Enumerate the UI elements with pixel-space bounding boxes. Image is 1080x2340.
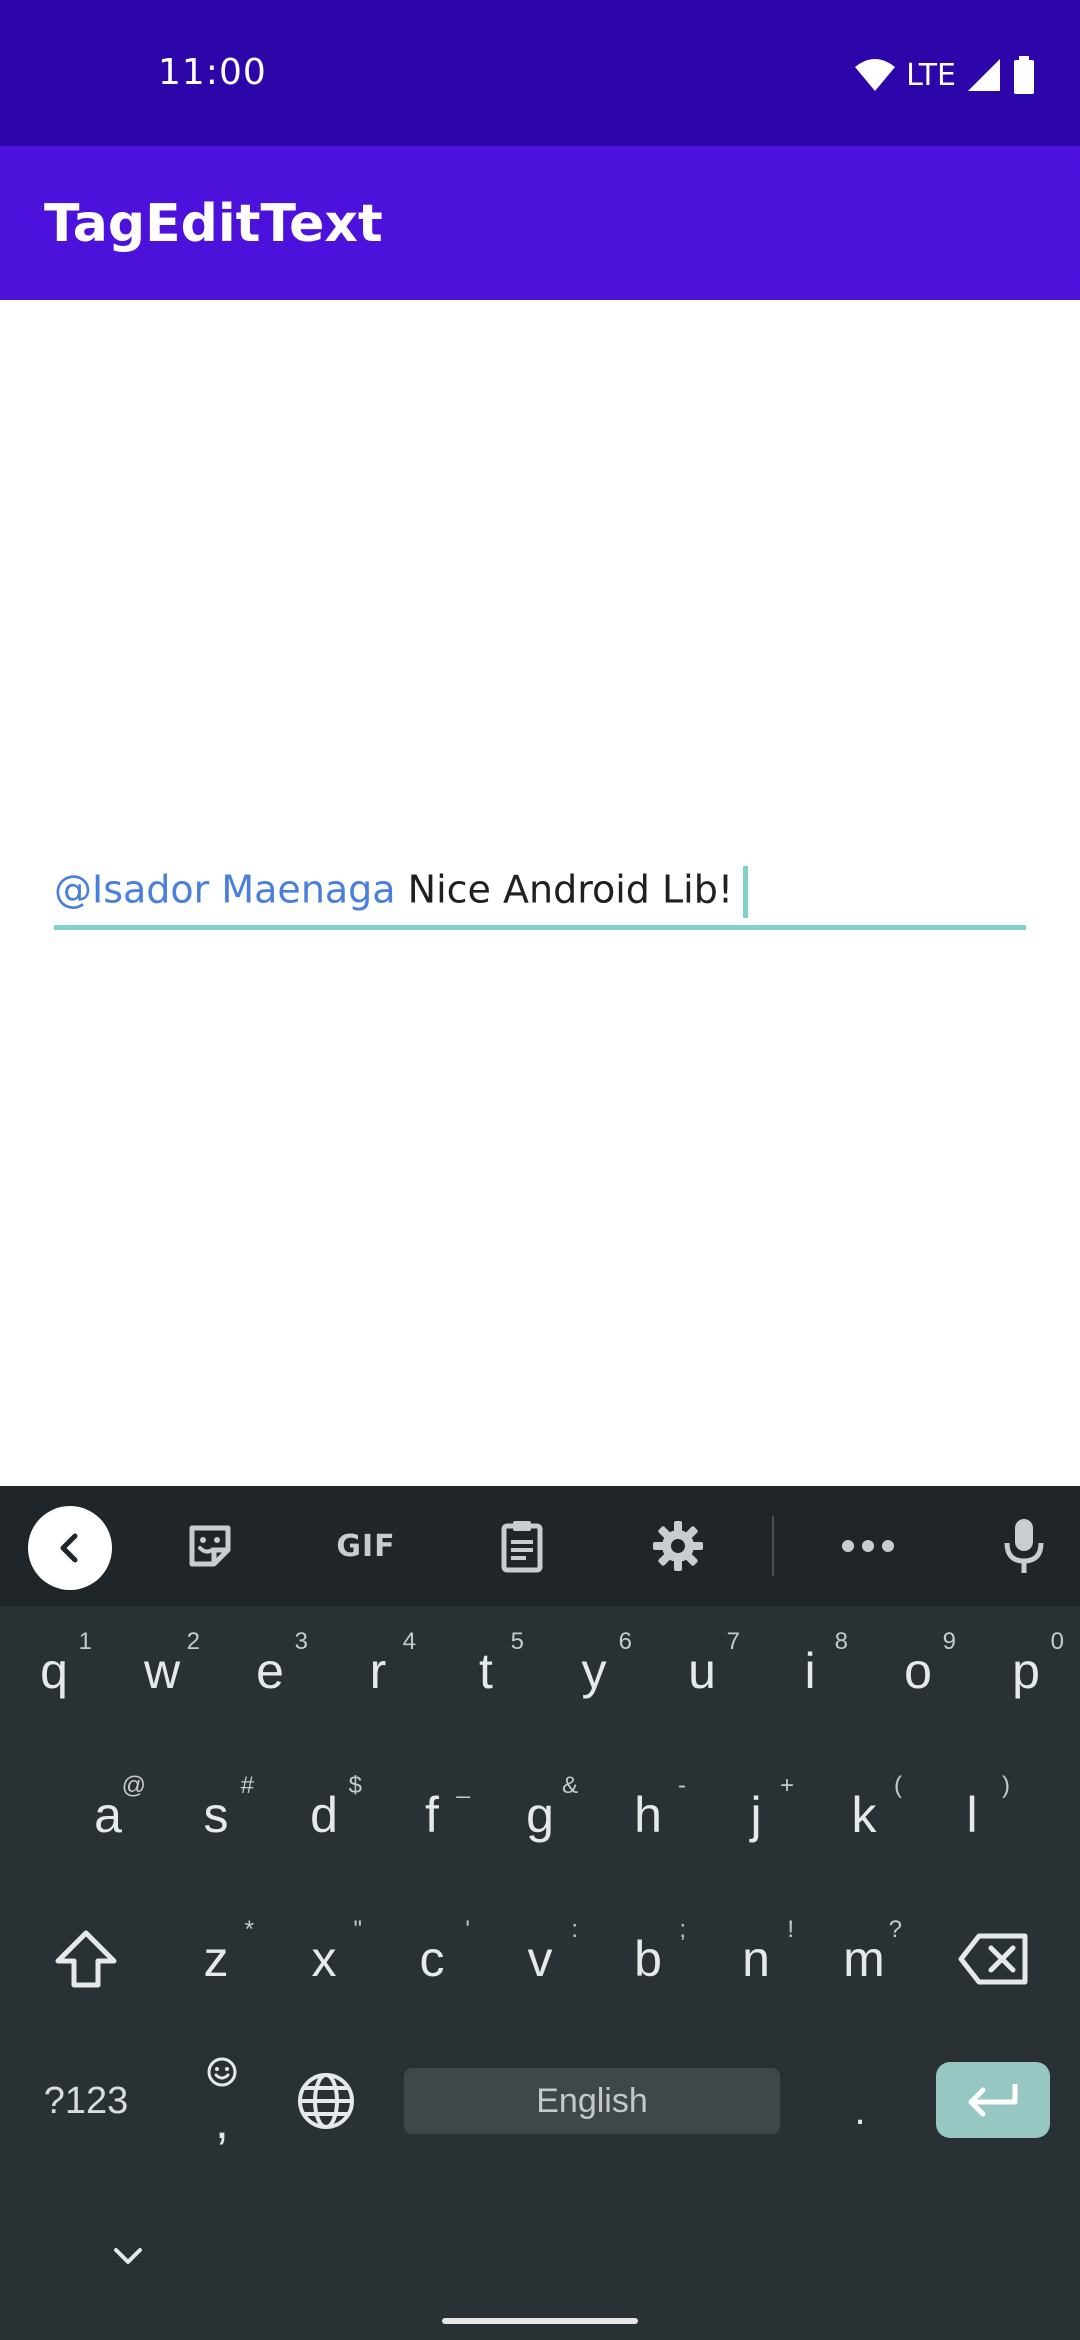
key-z[interactable]: z *	[162, 1894, 270, 2024]
gif-label: GIF	[336, 1528, 396, 1564]
key-s[interactable]: s #	[162, 1750, 270, 1880]
backspace-key[interactable]	[926, 1894, 1062, 2024]
sticker-icon	[189, 1525, 231, 1567]
tag-edit-text-field[interactable]: @Isador Maenaga Nice Android Lib!	[54, 860, 1026, 930]
more-icon	[842, 1540, 894, 1552]
key-v[interactable]: v:	[486, 1894, 594, 2024]
key-l[interactable]: l)	[918, 1750, 1026, 1880]
key-m[interactable]: m?	[810, 1894, 918, 2024]
space-bar[interactable]: English	[404, 2068, 780, 2134]
key-k[interactable]: k(	[810, 1750, 918, 1880]
key-a[interactable]: a @	[54, 1750, 162, 1880]
enter-key[interactable]	[936, 2062, 1050, 2138]
key-r[interactable]: r4	[324, 1606, 432, 1736]
status-bar: 11:00 LTE	[0, 0, 1080, 146]
key-b[interactable]: b;	[594, 1894, 702, 2024]
comma-label: ,	[215, 2093, 229, 2149]
key-q[interactable]: q1	[0, 1606, 108, 1736]
content-area: @Isador Maenaga Nice Android Lib!	[0, 300, 1080, 1486]
clipboard-button[interactable]	[484, 1508, 560, 1584]
key-o[interactable]: o9	[864, 1606, 972, 1736]
key-h[interactable]: h-	[594, 1750, 702, 1880]
gif-button[interactable]: GIF	[326, 1508, 406, 1584]
toolbar-divider	[772, 1516, 774, 1576]
wifi-icon	[855, 59, 896, 91]
key-f[interactable]: f _	[378, 1750, 486, 1880]
key-y[interactable]: y6	[540, 1606, 648, 1736]
hide-keyboard-button[interactable]	[88, 2216, 168, 2296]
status-icons: LTE	[844, 52, 1036, 98]
chevron-left-icon	[60, 1533, 78, 1563]
emoji-icon	[207, 2057, 237, 2087]
keyboard-back-button[interactable]	[28, 1506, 112, 1590]
text-cursor	[743, 866, 749, 918]
shift-icon	[55, 1930, 117, 1988]
battery-icon	[1014, 56, 1034, 94]
shift-key[interactable]	[18, 1894, 154, 2024]
period-label: .	[854, 2088, 866, 2133]
globe-icon	[298, 2073, 354, 2129]
key-d[interactable]: d $	[270, 1750, 378, 1880]
message-text: Nice Android Lib!	[395, 867, 734, 912]
comma-key[interactable]: ,	[172, 2036, 272, 2166]
signal-icon	[968, 59, 1000, 91]
key-e[interactable]: e3	[216, 1606, 324, 1736]
symbols-key[interactable]: ?123	[16, 2036, 156, 2166]
key-u[interactable]: u7	[648, 1606, 756, 1736]
screen: 11:00 LTE TagEditText @Isador Maenaga Ni…	[0, 0, 1080, 2340]
key-t[interactable]: t5	[432, 1606, 540, 1736]
keyboard-toolbar: GIF	[0, 1486, 1080, 1606]
enter-icon	[968, 2084, 1018, 2117]
mention-tag[interactable]: @Isador Maenaga	[54, 868, 396, 912]
voice-input-button[interactable]	[986, 1508, 1062, 1584]
key-p[interactable]: p0	[972, 1606, 1080, 1736]
symbols-label: ?123	[43, 2079, 129, 2122]
key-x[interactable]: x "	[270, 1894, 378, 2024]
key-n[interactable]: n!	[702, 1894, 810, 2024]
more-button[interactable]	[830, 1508, 906, 1584]
key-g[interactable]: g &	[486, 1750, 594, 1880]
app-title: TagEditText	[44, 194, 383, 254]
app-bar: TagEditText	[0, 146, 1080, 300]
key-i[interactable]: i8	[756, 1606, 864, 1736]
soft-keyboard: GIF q 1 w 2 e 3 r 4 t 5 y 6 u 7 i 8 o 9 …	[0, 1486, 1080, 2340]
key-c[interactable]: c '	[378, 1894, 486, 2024]
backspace-icon	[958, 1933, 1028, 1985]
clipboard-icon	[501, 1521, 543, 1573]
language-key[interactable]	[276, 2036, 376, 2166]
status-time: 11:00	[158, 52, 267, 93]
edit-text-content: @Isador Maenaga Nice Android Lib!	[54, 866, 749, 918]
sticker-button[interactable]	[172, 1508, 248, 1584]
period-key[interactable]: .	[810, 2036, 910, 2166]
gear-icon	[653, 1521, 703, 1571]
network-label: LTE	[906, 57, 956, 93]
mic-icon	[1004, 1519, 1044, 1573]
key-w[interactable]: w2	[108, 1606, 216, 1736]
gesture-nav-handle[interactable]	[442, 2318, 638, 2324]
key-j[interactable]: j +	[702, 1750, 810, 1880]
settings-button[interactable]	[640, 1508, 716, 1584]
chevron-down-icon	[114, 2248, 142, 2264]
